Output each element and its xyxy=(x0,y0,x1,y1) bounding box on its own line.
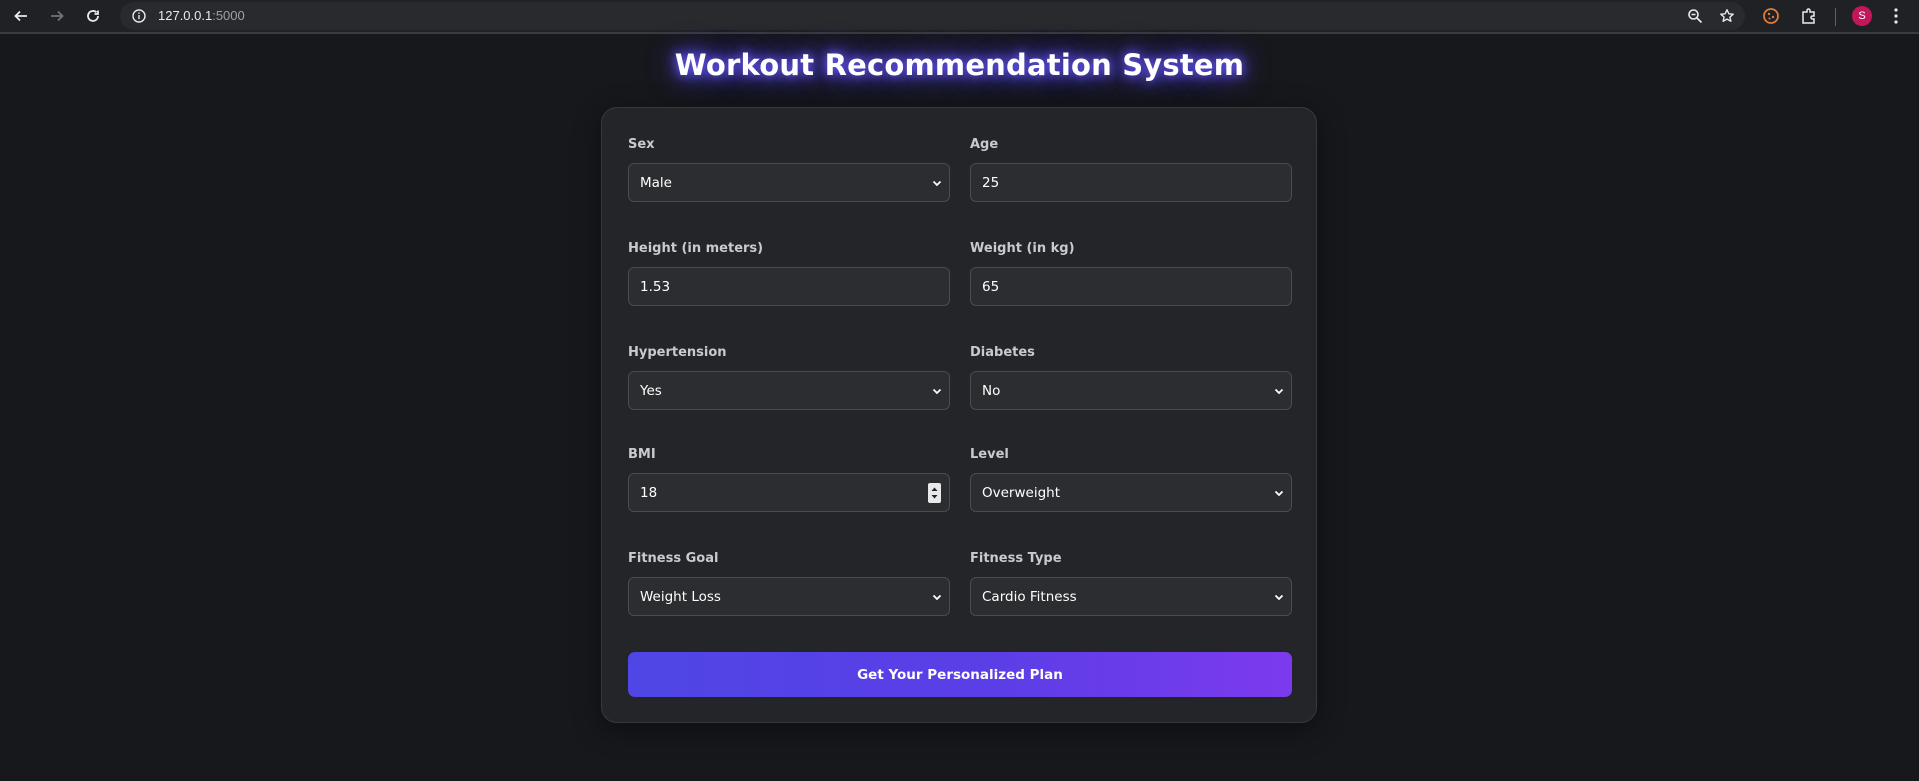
number-spinner-icon[interactable] xyxy=(928,483,941,503)
diabetes-select[interactable]: No xyxy=(970,371,1292,410)
url-text: 127.0.0.1:5000 xyxy=(158,8,245,23)
bmi-field: BMI 18 xyxy=(628,446,950,512)
diabetes-field: Diabetes No xyxy=(970,344,1292,410)
bookmark-star-icon[interactable] xyxy=(1719,8,1735,24)
get-plan-button[interactable]: Get Your Personalized Plan xyxy=(628,652,1292,697)
bmi-label: BMI xyxy=(628,447,656,462)
fitness-goal-field: Fitness Goal Weight Loss xyxy=(628,550,950,616)
level-select[interactable]: Overweight xyxy=(970,473,1292,512)
fitness-type-label: Fitness Type xyxy=(970,551,1062,566)
fitness-goal-value: Weight Loss xyxy=(640,588,721,605)
page-title: Workout Recommendation System xyxy=(674,48,1245,82)
url-host: 127.0.0.1 xyxy=(158,8,213,23)
chevron-down-icon xyxy=(932,388,942,395)
hypertension-field: Hypertension Yes xyxy=(628,344,950,410)
diabetes-label: Diabetes xyxy=(970,345,1035,360)
fitness-type-value: Cardio Fitness xyxy=(982,588,1077,605)
weight-label: Weight (in kg) xyxy=(970,241,1075,256)
chevron-down-icon xyxy=(1274,594,1284,601)
level-value: Overweight xyxy=(982,484,1060,501)
hypertension-label: Hypertension xyxy=(628,345,727,360)
forward-button[interactable] xyxy=(46,5,68,27)
site-info-icon[interactable] xyxy=(132,9,146,23)
weight-input[interactable]: 65 xyxy=(970,267,1292,306)
level-label: Level xyxy=(970,447,1009,462)
sex-field: Sex Male xyxy=(628,136,950,202)
chevron-down-icon xyxy=(1274,490,1284,497)
age-field: Age 25 xyxy=(970,136,1292,202)
url-port: :5000 xyxy=(212,8,245,23)
recommendation-form-card: Sex Male Age 25 Height (in meters) 1.53 … xyxy=(601,107,1317,723)
extensions-puzzle-icon[interactable] xyxy=(1800,7,1818,25)
height-value: 1.53 xyxy=(640,278,671,295)
back-arrow-icon xyxy=(14,10,27,22)
weight-field: Weight (in kg) 65 xyxy=(970,240,1292,306)
height-input[interactable]: 1.53 xyxy=(628,267,950,306)
browser-toolbar: 127.0.0.1:5000 S xyxy=(0,0,1919,34)
fitness-goal-label: Fitness Goal xyxy=(628,551,719,566)
chevron-down-icon xyxy=(1274,388,1284,395)
back-button[interactable] xyxy=(10,5,32,27)
bmi-input[interactable]: 18 xyxy=(628,473,950,512)
weight-value: 65 xyxy=(982,278,1000,295)
hypertension-value: Yes xyxy=(640,382,662,399)
sex-value: Male xyxy=(640,174,672,191)
address-bar[interactable]: 127.0.0.1:5000 xyxy=(120,2,1745,30)
age-value: 25 xyxy=(982,174,1000,191)
age-label: Age xyxy=(970,137,999,152)
cookie-extension-icon[interactable] xyxy=(1762,7,1780,25)
sex-select[interactable]: Male xyxy=(628,163,950,202)
chevron-down-icon xyxy=(932,594,942,601)
forward-arrow-icon xyxy=(51,10,64,22)
diabetes-value: No xyxy=(982,382,1001,399)
height-label: Height (in meters) xyxy=(628,241,764,256)
fitness-goal-select[interactable]: Weight Loss xyxy=(628,577,950,616)
kebab-menu-icon[interactable] xyxy=(1888,7,1904,25)
zoom-icon[interactable] xyxy=(1687,8,1703,24)
profile-avatar[interactable]: S xyxy=(1852,6,1872,26)
hypertension-select[interactable]: Yes xyxy=(628,371,950,410)
sex-label: Sex xyxy=(628,137,655,152)
height-field: Height (in meters) 1.53 xyxy=(628,240,950,306)
fitness-type-select[interactable]: Cardio Fitness xyxy=(970,577,1292,616)
bmi-value: 18 xyxy=(640,484,658,501)
chevron-down-icon xyxy=(932,180,942,187)
reload-icon xyxy=(87,10,99,22)
age-input[interactable]: 25 xyxy=(970,163,1292,202)
level-field: Level Overweight xyxy=(970,446,1292,512)
fitness-type-field: Fitness Type Cardio Fitness xyxy=(970,550,1292,616)
toolbar-divider xyxy=(1835,8,1836,26)
reload-button[interactable] xyxy=(82,5,104,27)
